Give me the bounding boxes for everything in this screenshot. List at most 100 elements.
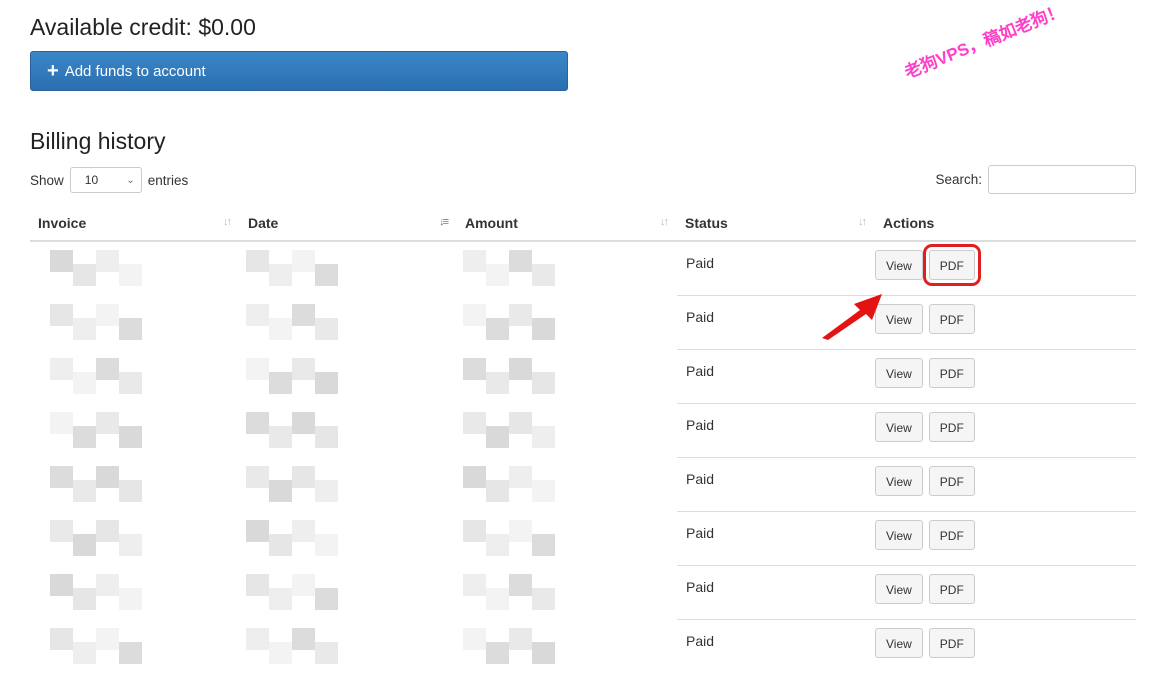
redaction-block (119, 588, 142, 610)
redaction-block (96, 574, 119, 596)
redaction-block (463, 250, 486, 272)
redacted-date (240, 404, 457, 458)
redacted-invoice (30, 241, 240, 296)
view-button[interactable]: View (875, 250, 923, 280)
header-status[interactable]: Status ↓↑ (677, 206, 875, 241)
pdf-button[interactable]: PDF (929, 412, 975, 442)
table-row: PaidViewPDF (30, 296, 1136, 350)
redaction-block (269, 264, 292, 286)
redaction-block (509, 358, 532, 380)
pdf-button[interactable]: PDF (929, 304, 975, 334)
redacted-amount (457, 404, 677, 458)
redaction-block (532, 318, 555, 340)
redaction-block (463, 412, 486, 434)
redaction-block (269, 534, 292, 556)
redaction-block (119, 426, 142, 448)
redaction-block (486, 588, 509, 610)
actions-cell: ViewPDF (875, 241, 1136, 296)
status-cell: Paid (677, 458, 875, 512)
redaction-block (246, 520, 269, 542)
redaction-block (532, 588, 555, 610)
redaction-block (486, 264, 509, 286)
redaction-block (509, 574, 532, 596)
redaction-block (315, 534, 338, 556)
view-button[interactable]: View (875, 412, 923, 442)
redaction-block (315, 318, 338, 340)
header-amount[interactable]: Amount↓↑ (457, 206, 677, 241)
status-text: Paid (677, 242, 875, 271)
status-text: Paid (677, 512, 875, 541)
redaction-block (96, 520, 119, 542)
redaction-block (463, 574, 486, 596)
view-button[interactable]: View (875, 466, 923, 496)
status-text: Paid (677, 350, 875, 379)
header-status-label: Status (685, 215, 728, 231)
redaction-block (315, 588, 338, 610)
entries-select-value: 10 (85, 173, 98, 187)
redacted-amount (457, 296, 677, 350)
add-funds-button[interactable]: + Add funds to account (30, 51, 568, 91)
header-invoice-label: Invoice (38, 215, 86, 231)
redaction-block (292, 574, 315, 596)
status-cell: Paid (677, 350, 875, 404)
view-button[interactable]: View (875, 574, 923, 604)
header-date[interactable]: Date↓≡ (240, 206, 457, 241)
pdf-button[interactable]: PDF (929, 520, 975, 550)
redaction-block (269, 318, 292, 340)
pdf-button[interactable]: PDF (929, 250, 975, 280)
pdf-button[interactable]: PDF (929, 358, 975, 388)
redaction-block (315, 426, 338, 448)
status-cell: Paid (677, 241, 875, 296)
table-row: PaidViewPDF (30, 458, 1136, 512)
redacted-invoice (30, 296, 240, 350)
header-invoice[interactable]: Invoice↓↑ (30, 206, 240, 241)
redaction-block (532, 534, 555, 556)
redaction-block (73, 372, 96, 394)
redaction-block (509, 520, 532, 542)
show-label: Show (30, 173, 64, 188)
redaction-block (246, 412, 269, 434)
actions-cell: ViewPDF (875, 512, 1136, 566)
redaction-block (50, 304, 73, 326)
redaction-block (509, 628, 532, 650)
redaction-block (119, 372, 142, 394)
redaction-block (532, 426, 555, 448)
search-input[interactable] (988, 165, 1136, 194)
table-row: PaidViewPDF (30, 620, 1136, 673)
status-cell: Paid (677, 566, 875, 620)
status-text: Paid (677, 458, 875, 487)
entries-length-control: Show 10 ⌄ entries (30, 167, 188, 193)
redaction-block (532, 642, 555, 664)
redaction-block (509, 304, 532, 326)
redacted-date (240, 512, 457, 566)
view-button[interactable]: View (875, 520, 923, 550)
redaction-block (486, 642, 509, 664)
redacted-invoice (30, 620, 240, 673)
redaction-block (50, 574, 73, 596)
redacted-amount (457, 241, 677, 296)
view-button[interactable]: View (875, 628, 923, 658)
redaction-block (292, 466, 315, 488)
redaction-block (73, 426, 96, 448)
redaction-block (73, 264, 96, 286)
redaction-block (532, 264, 555, 286)
pdf-button[interactable]: PDF (929, 574, 975, 604)
table-row: PaidViewPDF (30, 241, 1136, 296)
sort-icon: ↓↑ (858, 216, 865, 228)
status-cell: Paid (677, 512, 875, 566)
redaction-block (269, 588, 292, 610)
sort-desc-icon: ↓≡ (439, 216, 447, 228)
pdf-button[interactable]: PDF (929, 628, 975, 658)
redaction-block (509, 412, 532, 434)
watermark-text: 老狗VPS，稿如老狗！ (900, 0, 1067, 83)
redacted-amount (457, 512, 677, 566)
view-button[interactable]: View (875, 358, 923, 388)
redacted-invoice (30, 566, 240, 620)
redaction-block (119, 264, 142, 286)
entries-select[interactable]: 10 ⌄ (70, 167, 142, 193)
redaction-block (486, 426, 509, 448)
plus-icon: + (47, 61, 59, 81)
pdf-button[interactable]: PDF (929, 466, 975, 496)
redacted-amount (457, 566, 677, 620)
header-actions: Actions (875, 206, 1136, 241)
